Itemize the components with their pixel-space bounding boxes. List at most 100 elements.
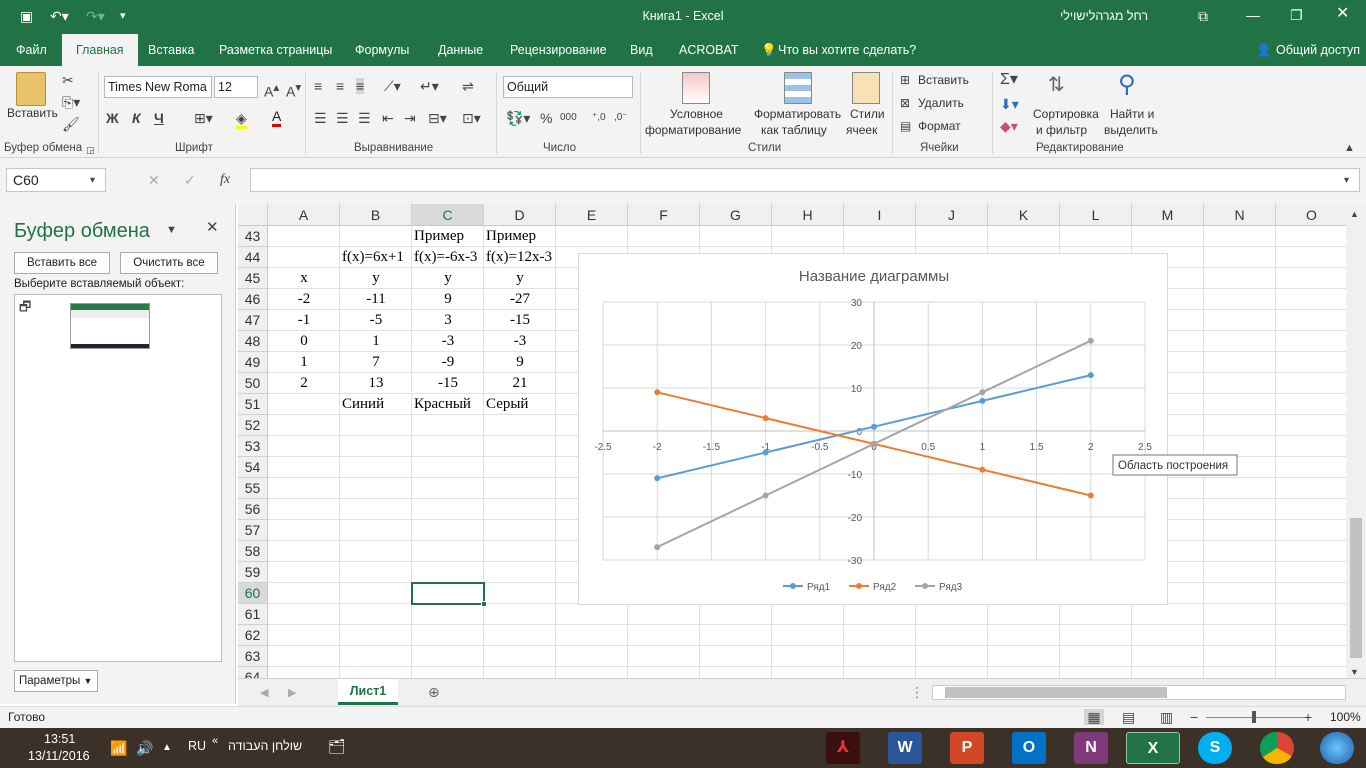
column-header-I[interactable]: I [844,204,916,226]
zoom-out-icon[interactable]: − [1190,709,1198,725]
column-header-N[interactable]: N [1204,204,1276,226]
row-header-48[interactable]: 48 [238,331,268,352]
fill-color-icon[interactable]: ◈ [236,110,247,129]
page-break-view-icon[interactable]: ▥ [1160,709,1173,725]
cell-styles-icon[interactable] [852,72,880,104]
select-all-corner[interactable] [238,204,268,226]
desktop-chevron-icon[interactable]: « [212,733,218,749]
zoom-slider[interactable] [1206,711,1306,723]
cell-C51[interactable]: Красный [414,394,471,415]
cancel-icon[interactable]: ✕ [148,172,160,188]
column-header-K[interactable]: K [988,204,1060,226]
row-header-64[interactable]: 64 [238,667,268,678]
format-as-table-icon[interactable] [784,72,812,104]
font-color-icon[interactable]: A [272,108,282,127]
increase-indent-icon[interactable]: ⇥ [404,110,416,126]
zoom-slider-thumb[interactable] [1252,711,1256,723]
row-header-58[interactable]: 58 [238,541,268,562]
redo-icon[interactable]: ↷▾ [86,8,105,24]
cell-A50[interactable]: 2 [268,373,340,394]
add-sheet-icon[interactable]: ⊕ [428,684,440,700]
font-size-combo[interactable]: 12 [214,76,258,98]
increase-decimal-icon[interactable]: ⁺,0 [592,110,606,126]
column-header-C[interactable]: C [412,204,484,226]
row-header-57[interactable]: 57 [238,520,268,541]
tab-insert[interactable]: Вставка [148,34,194,66]
format-as-table-label-2[interactable]: как таблицу [761,123,827,137]
onenote-app-icon[interactable]: N [1074,732,1108,764]
cell-B48[interactable]: 1 [340,331,412,352]
clock-date[interactable]: 13/11/2016 [28,749,90,763]
format-cells-icon[interactable]: ▤ [900,118,911,134]
save-icon[interactable]: ▣ [20,8,33,24]
fill-handle[interactable] [481,601,487,607]
cell-C49[interactable]: -9 [412,352,484,373]
increase-font-icon[interactable]: A▴ [264,80,279,100]
cell-B45[interactable]: y [340,268,412,289]
cell-A46[interactable]: -2 [268,289,340,310]
column-header-J[interactable]: J [916,204,988,226]
clock-time[interactable]: 13:51 [44,732,75,746]
cell-B46[interactable]: -11 [340,289,412,310]
paste-button[interactable]: Вставить [7,106,58,120]
cell-C44[interactable]: f(x)=-6x-3 [414,247,477,268]
paste-all-button[interactable]: Вставить все [14,252,110,274]
delete-cells-button[interactable]: Удалить [918,96,964,110]
merge-center-icon[interactable]: ⊟▾ [428,110,447,126]
format-painter-icon[interactable]: 🖌 [62,116,80,132]
row-header-53[interactable]: 53 [238,436,268,457]
decrease-font-icon[interactable]: A▾ [286,80,301,100]
chart-svg[interactable]: Название диаграммы3020100-10-20-30-2.5 -2… [579,254,1238,606]
chart[interactable]: Название диаграммы 30 20 10 0 -10 -20 -30 -2.5 -2… [578,253,1238,606]
tab-page-layout[interactable]: Разметка страницы [219,34,332,66]
desktop-toolbar[interactable]: שולחן העבודה [228,739,302,753]
cell-D46[interactable]: -27 [484,289,556,310]
tab-acrobat[interactable]: ACROBAT [679,34,739,66]
customize-qat-icon[interactable]: ▾ [120,8,126,24]
percent-icon[interactable]: % [540,110,552,126]
row-header-49[interactable]: 49 [238,352,268,373]
word-app-icon[interactable]: W [888,732,922,764]
column-header-D[interactable]: D [484,204,556,226]
row-header-59[interactable]: 59 [238,562,268,583]
formula-input[interactable] [250,168,1360,192]
column-header-E[interactable]: E [556,204,628,226]
selected-cell[interactable] [411,582,485,605]
clear-all-button[interactable]: Очистить все [120,252,218,274]
next-sheet-icon[interactable]: ▶ [288,685,296,701]
format-cells-button[interactable]: Формат [918,119,961,133]
comma-style-icon[interactable]: 000 [560,110,577,126]
excel-app-icon[interactable]: X [1126,732,1180,764]
insert-cells-button[interactable]: Вставить [918,73,969,87]
expand-formula-icon[interactable]: ▾ [1344,173,1349,189]
cell-B50[interactable]: 13 [340,373,412,394]
wrap-text-icon[interactable]: ↵▾ [420,78,439,94]
sort-filter-label-2[interactable]: и фильтр [1036,123,1087,137]
row-header-51[interactable]: 51 [238,394,268,415]
tab-home[interactable]: Главная [62,34,138,66]
align-right-icon[interactable]: ☰ [358,110,371,126]
underline-button[interactable]: Ч [154,110,164,126]
align-middle-icon[interactable]: ≡ [336,78,344,94]
splitter-icon[interactable]: ⋮ [910,684,924,700]
sheet-tab[interactable]: Лист1 [338,679,398,705]
column-header-M[interactable]: M [1132,204,1204,226]
outlook-app-icon[interactable]: O [1012,732,1046,764]
decrease-indent-icon[interactable]: ⇤ [382,110,394,126]
row-header-54[interactable]: 54 [238,457,268,478]
align-bottom-icon[interactable]: ≡ [356,78,365,94]
cell-D48[interactable]: -3 [484,331,556,352]
row-header-43[interactable]: 43 [238,226,268,247]
cell-B47[interactable]: -5 [340,310,412,331]
align-top-icon[interactable]: ≡ [314,78,322,94]
column-header-B[interactable]: B [340,204,412,226]
scroll-thumb[interactable] [1350,518,1362,658]
share-button[interactable]: Общий доступ [1276,34,1360,66]
language-indicator[interactable]: RU [188,739,206,753]
dialog-launcher-icon[interactable]: ◲ [86,142,95,158]
format-as-table-label[interactable]: Форматировать [754,107,841,121]
merge-icon[interactable]: ⊡▾ [462,110,481,126]
options-button[interactable]: Параметры ▼ [14,670,98,692]
row-header-46[interactable]: 46 [238,289,268,310]
user-name[interactable]: רחל מגרהלישוילי [1060,9,1148,23]
